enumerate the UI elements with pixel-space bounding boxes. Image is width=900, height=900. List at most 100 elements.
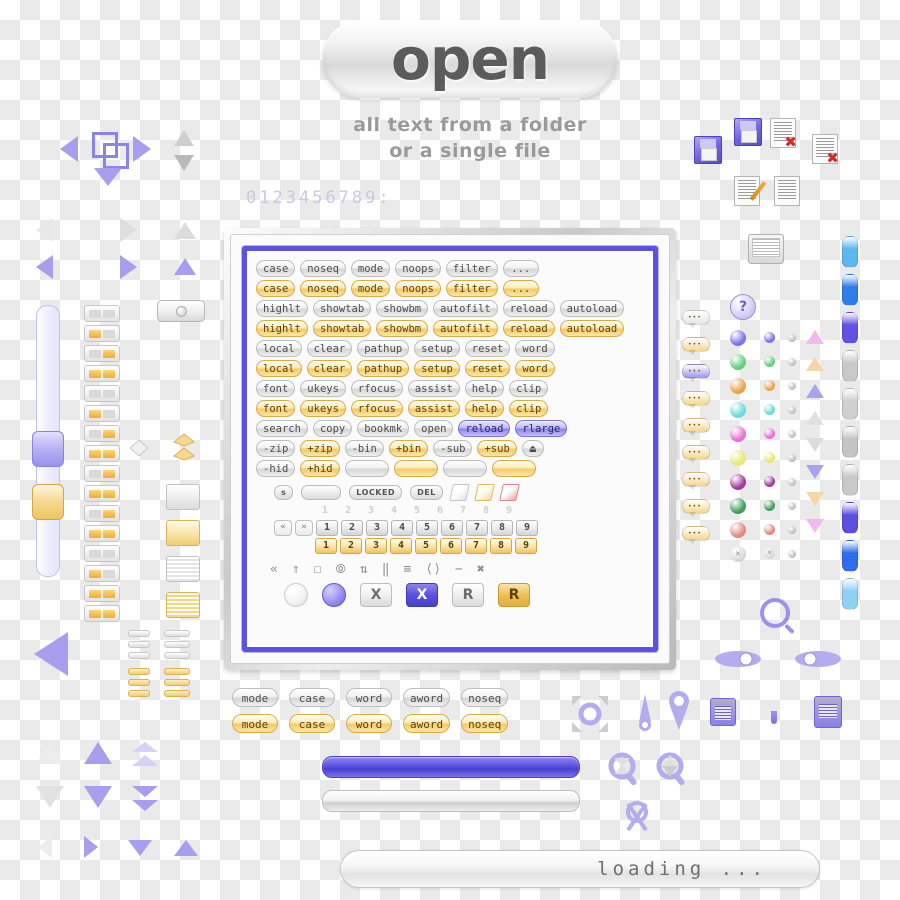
color-orb--2[interactable] <box>730 378 746 394</box>
arrow-right-white-icon[interactable] <box>120 218 137 242</box>
triangle-down-icon-5[interactable] <box>806 465 824 479</box>
arrow-right-small-blue-icon[interactable] <box>84 836 98 858</box>
color-orb-sm-6[interactable] <box>764 476 775 487</box>
bottom-r1-button-mode[interactable]: mode <box>232 714 278 733</box>
pin-icon[interactable] <box>636 694 654 738</box>
scrollbar-segment-9[interactable] <box>842 578 858 610</box>
speech-bubble-icon-6[interactable]: ••• <box>682 472 710 490</box>
option-r6-button-assist[interactable]: assist <box>407 380 460 397</box>
hid-button--hid[interactable]: +hid <box>300 460 340 477</box>
scrollbar-segment-5[interactable] <box>842 426 858 458</box>
cone-down-icon[interactable] <box>174 155 194 171</box>
color-orb--3[interactable] <box>730 402 746 418</box>
keypad-key-grey-1[interactable]: 1 <box>316 520 338 536</box>
zip-button--sub[interactable]: -sub <box>433 440 473 457</box>
option-r1-button-noops[interactable]: noops <box>395 280 441 297</box>
keypad-key-grey-5[interactable]: 5 <box>416 520 438 536</box>
document-export-icon[interactable] <box>774 176 800 206</box>
card-white-icon[interactable] <box>166 484 200 510</box>
keypad-key-gold-2[interactable]: 2 <box>340 538 362 554</box>
color-orb-sm-3[interactable] <box>764 404 775 415</box>
color-orb--4[interactable] <box>730 426 746 442</box>
grey-dot-icon-9[interactable] <box>788 550 796 558</box>
book-icon[interactable] <box>814 696 842 728</box>
color-orb-sm-8[interactable] <box>764 524 775 535</box>
keypad-key-gold-5[interactable]: 5 <box>415 538 437 554</box>
toggle-icon-14[interactable] <box>84 585 120 602</box>
triangle-up-icon-2[interactable] <box>806 384 824 398</box>
eye-right-icon[interactable] <box>794 648 842 674</box>
overlap-squares-icon[interactable] <box>92 132 129 169</box>
toggle-icon-1[interactable] <box>84 325 120 342</box>
cone-small-up-icon[interactable] <box>174 840 198 856</box>
blue-progress-bar[interactable] <box>322 756 580 778</box>
option-r6-button-clip[interactable]: clip <box>509 380 549 397</box>
white-orb[interactable] <box>284 583 308 607</box>
option-r2-button-showtab[interactable]: showtab <box>312 300 372 317</box>
x-button-white[interactable]: X <box>360 583 392 607</box>
option-r7-button-assist[interactable]: assist <box>407 400 460 417</box>
speech-bubble-icon-5[interactable]: ••• <box>682 445 710 463</box>
speech-bubble-icon-2[interactable]: ••• <box>682 364 710 382</box>
equals-icon[interactable]: ≡ <box>404 562 412 577</box>
action-button-open[interactable]: open <box>414 420 454 437</box>
triangle-down-icon-4[interactable] <box>806 438 824 452</box>
magnifier-icon[interactable] <box>760 598 790 628</box>
r-button-white[interactable]: R <box>452 583 484 607</box>
option-r3-button-showbm[interactable]: showbm <box>376 320 429 337</box>
grey-dot-icon-6[interactable] <box>788 478 796 486</box>
keypad-key-gold-4[interactable]: 4 <box>390 538 412 554</box>
scrollbar-segment-1[interactable] <box>842 274 858 306</box>
color-orb-sm-5[interactable] <box>764 452 775 463</box>
color-orb--7[interactable] <box>730 498 746 514</box>
option-r3-button-showtab[interactable]: showtab <box>312 320 372 337</box>
option-r1-button-filter[interactable]: filter <box>445 280 498 297</box>
option-r0-button-noops[interactable]: noops <box>395 260 441 277</box>
scrollbar-segment-3[interactable] <box>842 350 858 382</box>
help-question-icon[interactable]: ? <box>730 294 756 320</box>
option-r3-button-autoload[interactable]: autoload <box>559 320 625 337</box>
scrollbar-segment-column[interactable] <box>842 236 858 616</box>
hid-button-blank-2[interactable] <box>344 460 389 477</box>
floppy-stack-icon[interactable] <box>694 136 722 164</box>
link-broken-icon[interactable] <box>622 800 652 838</box>
keypad-key-gold-3[interactable]: 3 <box>365 538 387 554</box>
rewind-icon[interactable]: « <box>270 562 278 577</box>
eject-icon[interactable]: ⏏ <box>521 440 544 457</box>
bottom-r1-button-word[interactable]: word <box>346 714 392 733</box>
status-s-button[interactable]: s <box>274 485 294 500</box>
document-delete-icon[interactable]: ✖ <box>770 118 797 150</box>
option-r7-button-help[interactable]: help <box>464 400 505 417</box>
keypad-key-gold-8[interactable]: 8 <box>490 538 512 554</box>
grey-dot-icon-1[interactable] <box>788 358 796 366</box>
cone-up-icon[interactable] <box>174 130 194 146</box>
link-icon[interactable] <box>608 752 648 792</box>
scrollbar-segment-8[interactable] <box>842 540 858 572</box>
option-r2-button-highlt[interactable]: highlt <box>256 300 308 317</box>
option-r1-button-case[interactable]: case <box>256 280 296 297</box>
grey-dot-icon-2[interactable] <box>788 382 796 390</box>
triangle-down-icon-7[interactable] <box>806 519 824 533</box>
keypad-key-grey-7[interactable]: 7 <box>466 520 488 536</box>
hid-button-blank-4[interactable] <box>442 460 487 477</box>
status-blank-button[interactable] <box>301 485 342 500</box>
slider-thumb-gold[interactable] <box>32 484 64 520</box>
option-r5-button-word[interactable]: word <box>515 360 555 377</box>
toggle-icon-2[interactable] <box>84 345 120 362</box>
scrollbar-segment-7[interactable] <box>842 502 858 534</box>
speech-bubble-icon-4[interactable]: ••• <box>682 418 710 436</box>
hid-button-blank-5[interactable] <box>491 460 536 477</box>
grey-dot-icon-8[interactable] <box>788 526 796 534</box>
r-button-gold[interactable]: R <box>498 583 530 607</box>
vertical-slider[interactable] <box>32 305 64 577</box>
bottom-r0-button-mode[interactable]: mode <box>232 688 278 707</box>
speech-bubble-icon-0[interactable]: ••• <box>682 310 710 328</box>
monitor-icon[interactable] <box>748 234 784 264</box>
eye-left-icon[interactable] <box>714 648 762 674</box>
scrollbar-segment-6[interactable] <box>842 464 858 496</box>
color-orb-sm-7[interactable] <box>764 500 775 511</box>
floppy-disk-icon[interactable] <box>734 118 762 146</box>
option-r1-button-noseq[interactable]: noseq <box>300 280 346 297</box>
keypad-prev-button[interactable]: « <box>274 520 292 536</box>
keypad-key-grey-3[interactable]: 3 <box>366 520 388 536</box>
